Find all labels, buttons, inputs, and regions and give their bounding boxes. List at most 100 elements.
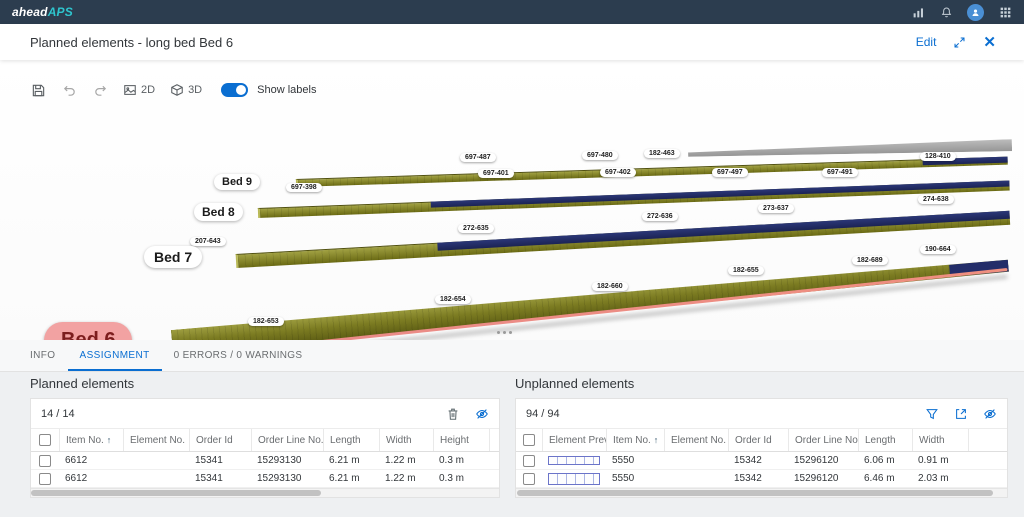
element-label[interactable]: 272-636	[642, 212, 678, 221]
element-label[interactable]: 207-643	[190, 237, 226, 246]
element-label[interactable]: 697-398	[286, 183, 322, 192]
table-row[interactable]: 5550 15342 15296120 6.06 m 0.91 m	[516, 452, 1007, 470]
splitter-handle[interactable]	[497, 331, 512, 334]
element-label[interactable]: 182-463	[644, 149, 680, 158]
element-label[interactable]: 697-480	[582, 151, 618, 160]
element-label[interactable]: 273-637	[758, 204, 794, 213]
tab-info[interactable]: INFO	[30, 340, 68, 371]
viewport-3d[interactable]: 697-487 697-480 182-463 128-410 697-398 …	[0, 58, 1024, 341]
element-label[interactable]: 182-689	[852, 256, 888, 265]
app-window: aheadAPS Planned elements - long bed Bed…	[0, 0, 1024, 517]
element-label[interactable]: 128-410	[920, 152, 956, 161]
notifications-bell-icon[interactable]	[939, 5, 953, 19]
hide-eye-off-icon[interactable]	[982, 406, 997, 421]
col-element-no[interactable]: Element No.	[664, 429, 728, 451]
view-3d-label: 3D	[188, 84, 202, 96]
element-label[interactable]: 182-660	[592, 282, 628, 291]
select-all-checkbox[interactable]	[523, 434, 535, 446]
bed-badge-9[interactable]: Bed 9	[214, 174, 260, 190]
select-all-checkbox-cell[interactable]	[31, 429, 59, 451]
table-row[interactable]: 6612 15341 15293130 6.21 m 1.22 m 0.3 m	[31, 452, 499, 470]
bed-9[interactable]	[296, 157, 1008, 187]
bed-empty-gray[interactable]	[688, 139, 1012, 159]
view-2d-button[interactable]: 2D	[123, 83, 155, 97]
edit-link[interactable]: Edit	[916, 35, 937, 49]
bed-6[interactable]	[171, 252, 1010, 341]
unplanned-panel-toolbar: 94 / 94	[516, 399, 1007, 429]
delete-trash-icon[interactable]	[445, 406, 460, 421]
scrollbar-thumb[interactable]	[517, 490, 993, 496]
image-icon	[123, 83, 137, 97]
topbar: aheadAPS	[0, 0, 1024, 24]
save-icon[interactable]	[30, 82, 46, 98]
element-label[interactable]: 182-655	[728, 266, 764, 275]
view-3d-button[interactable]: 3D	[170, 83, 202, 97]
undo-icon[interactable]	[61, 82, 77, 98]
col-filler	[968, 429, 1007, 451]
col-length[interactable]: Length	[858, 429, 912, 451]
row-checkbox[interactable]	[523, 473, 535, 485]
planned-horizontal-scrollbar[interactable]	[31, 488, 499, 497]
tab-assignment[interactable]: ASSIGNMENT	[68, 340, 162, 371]
row-checkbox[interactable]	[523, 455, 535, 467]
element-label[interactable]: 697-497	[712, 168, 748, 177]
user-avatar[interactable]	[967, 4, 984, 21]
element-label[interactable]: 272-635	[458, 224, 494, 233]
table-row[interactable]: 5550 15342 15296120 6.46 m 2.03 m	[516, 470, 1007, 488]
bed-8[interactable]	[258, 180, 1010, 218]
element-label[interactable]: 182-653	[248, 317, 284, 326]
element-label[interactable]: 274-638	[918, 195, 954, 204]
col-width[interactable]: Width	[912, 429, 968, 451]
element-label[interactable]: 697-401	[478, 169, 514, 178]
element-label[interactable]: 697-402	[600, 168, 636, 177]
planned-table-header: Item No.↑ Element No. Order Id Order Lin…	[31, 429, 499, 452]
unplanned-horizontal-scrollbar[interactable]	[516, 488, 1007, 497]
table-row[interactable]: 6612 15341 15293130 6.21 m 1.22 m 0.3 m	[31, 470, 499, 488]
cell-length: 6.21 m	[323, 455, 379, 466]
bed-badge-6-selected[interactable]: Bed 6	[44, 322, 132, 341]
cell-order-id: 15342	[728, 473, 788, 484]
cell-item-no: 5550	[606, 455, 664, 466]
element-label[interactable]: 190-664	[920, 245, 956, 254]
select-all-checkbox-cell[interactable]	[516, 429, 542, 451]
cell-width: 0.91 m	[912, 455, 968, 466]
row-checkbox[interactable]	[39, 473, 51, 485]
filter-funnel-icon[interactable]	[924, 406, 939, 421]
bed-6-surface	[171, 252, 1010, 341]
app-logo[interactable]: aheadAPS	[12, 5, 73, 19]
element-label[interactable]: 182-654	[435, 295, 471, 304]
col-element-no[interactable]: Element No.	[123, 429, 189, 451]
col-length[interactable]: Length	[323, 429, 379, 451]
col-height[interactable]: Height	[433, 429, 489, 451]
col-order-line-no[interactable]: Order Line No.	[788, 429, 858, 451]
hide-eye-off-icon[interactable]	[474, 406, 489, 421]
cell-width: 1.22 m	[379, 455, 433, 466]
col-width[interactable]: Width	[379, 429, 433, 451]
select-all-checkbox[interactable]	[39, 434, 51, 446]
col-order-line-no[interactable]: Order Line No.	[251, 429, 323, 451]
expand-icon[interactable]	[952, 35, 967, 50]
bed-9-surface	[296, 157, 1008, 187]
col-item-no[interactable]: Item No.↑	[59, 429, 123, 451]
apps-grid-icon[interactable]	[998, 5, 1012, 19]
col-element-preview[interactable]: Element Preview	[542, 429, 606, 451]
bed-7[interactable]	[236, 211, 1011, 268]
page-title: Planned elements - long bed Bed 6	[30, 35, 233, 50]
element-label[interactable]: 697-491	[822, 168, 858, 177]
close-icon[interactable]: ✕	[983, 35, 996, 50]
col-item-no[interactable]: Item No.↑	[606, 429, 664, 451]
unplanned-table-header: Element Preview Item No.↑ Element No. Or…	[516, 429, 1007, 452]
bed-badge-8[interactable]: Bed 8	[194, 203, 243, 221]
col-order-id[interactable]: Order Id	[728, 429, 788, 451]
bed-badge-7[interactable]: Bed 7	[144, 246, 202, 268]
errors-warnings-status: 0 ERRORS / 0 WARNINGS	[162, 340, 315, 371]
col-order-id[interactable]: Order Id	[189, 429, 251, 451]
assign-icon[interactable]	[953, 406, 968, 421]
show-labels-toggle[interactable]	[221, 83, 248, 97]
activity-chart-icon[interactable]	[911, 5, 925, 19]
redo-icon[interactable]	[92, 82, 108, 98]
element-label[interactable]: 697-487	[460, 153, 496, 162]
col-item-no-label: Item No.	[66, 435, 104, 446]
row-checkbox[interactable]	[39, 455, 51, 467]
scrollbar-thumb[interactable]	[31, 490, 321, 496]
